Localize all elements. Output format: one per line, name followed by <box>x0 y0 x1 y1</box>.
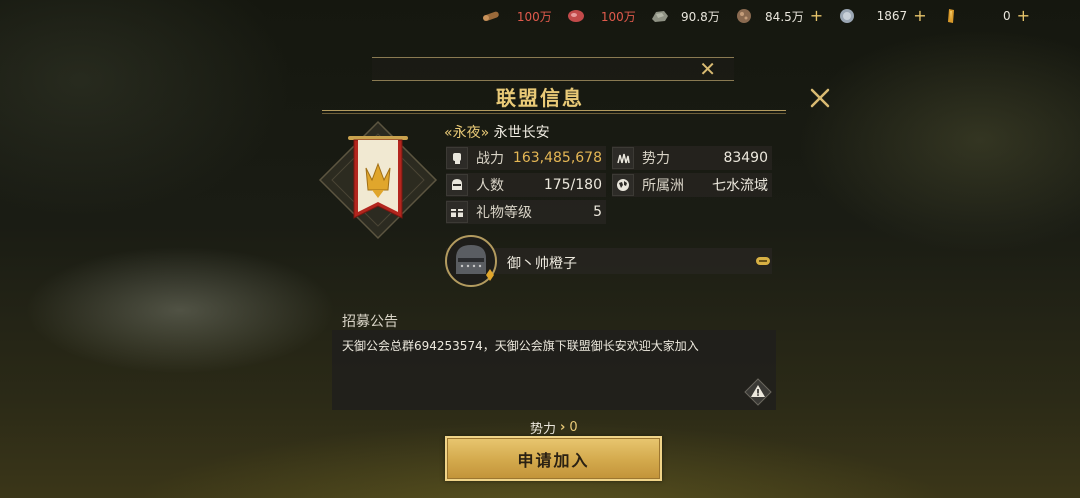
stat-label: 战力 <box>476 151 504 167</box>
stat-value: 83490 <box>723 150 768 166</box>
resource-food[interactable]: 100万 <box>566 8 636 25</box>
fist-icon <box>446 147 468 169</box>
stat-influence: 势力 83490 <box>612 146 772 170</box>
silver-coin-icon <box>840 9 855 23</box>
apply-join-button[interactable]: 申请加入 <box>445 436 662 481</box>
stat-gift-level: 礼物等级 5 <box>446 200 606 224</box>
stat-members: 人数 175/180 <box>446 173 606 197</box>
resource-wood-value: 100万 <box>516 9 552 24</box>
stat-label: 势力 <box>642 151 670 167</box>
stat-label: 人数 <box>476 178 504 194</box>
chevron-right-icon: › <box>560 420 566 435</box>
alliance-name: «永夜» 永世长安 <box>444 122 550 142</box>
ore-icon <box>736 9 751 23</box>
power-requirement-label: 势力 <box>530 422 557 437</box>
title-divider <box>322 110 786 114</box>
leader-rank-badge-icon <box>756 257 770 265</box>
alliance-name-text: 永世长安 <box>493 125 550 141</box>
stat-label: 礼物等级 <box>476 205 532 221</box>
resource-silver[interactable]: 1867 + <box>837 8 927 24</box>
resource-premium-value: 0 <box>1002 9 1011 23</box>
resource-silver-value: 1867 <box>876 9 908 23</box>
stat-combat-power: 战力 163,485,678 <box>446 146 606 170</box>
resource-stone[interactable]: 90.8万 <box>650 8 720 25</box>
resource-wood[interactable]: 100万 <box>482 8 552 25</box>
alliance-tag: «永夜» <box>444 125 490 141</box>
add-silver-button[interactable]: + <box>913 8 926 24</box>
page-title: 联盟信息 <box>496 86 584 110</box>
add-premium-button[interactable]: + <box>1017 8 1030 24</box>
stat-value: 5 <box>593 204 602 220</box>
stat-region: 所属洲 七水流域 <box>612 173 772 197</box>
resource-premium[interactable]: 0 + <box>941 8 1030 24</box>
meat-icon <box>567 10 584 22</box>
stat-value: 163,485,678 <box>512 150 602 166</box>
stat-value: 七水流域 <box>712 178 768 194</box>
helmet-icon <box>446 174 468 196</box>
announcement-label: 招募公告 <box>342 314 398 330</box>
stone-icon <box>651 11 668 22</box>
resource-bar: 100万 100万 90.8万 84.5万 + 1867 + 0 + <box>482 4 1030 28</box>
header-ornament-strip: ✕ <box>372 57 734 81</box>
header-ornament-cross-icon: ✕ <box>699 57 716 81</box>
leader-avatar[interactable] <box>444 234 498 288</box>
add-ore-button[interactable]: + <box>810 8 823 24</box>
alliance-banner-emblem <box>318 120 438 240</box>
stat-label: 所属洲 <box>642 178 684 194</box>
resource-ore-value: 84.5万 <box>765 9 804 24</box>
leader-name: 御丶帅橙子 <box>507 256 577 272</box>
army-icon <box>612 147 634 169</box>
resource-stone-value: 90.8万 <box>681 9 720 24</box>
globe-icon <box>612 174 634 196</box>
report-warning-icon[interactable] <box>744 378 772 406</box>
resource-ore[interactable]: 84.5万 + <box>734 8 823 25</box>
power-requirement: 势力 › 0 <box>530 418 578 437</box>
wood-log-icon <box>482 11 499 21</box>
stat-value: 175/180 <box>543 177 602 193</box>
gift-chest-icon <box>446 201 468 223</box>
power-requirement-value: 0 <box>569 420 578 435</box>
gem-icon <box>947 9 954 23</box>
resource-food-value: 100万 <box>600 9 636 24</box>
announcement-text: 天御公会总群694253574，天御公会旗下联盟御长安欢迎大家加入 <box>342 339 699 353</box>
close-icon[interactable] <box>808 86 832 110</box>
